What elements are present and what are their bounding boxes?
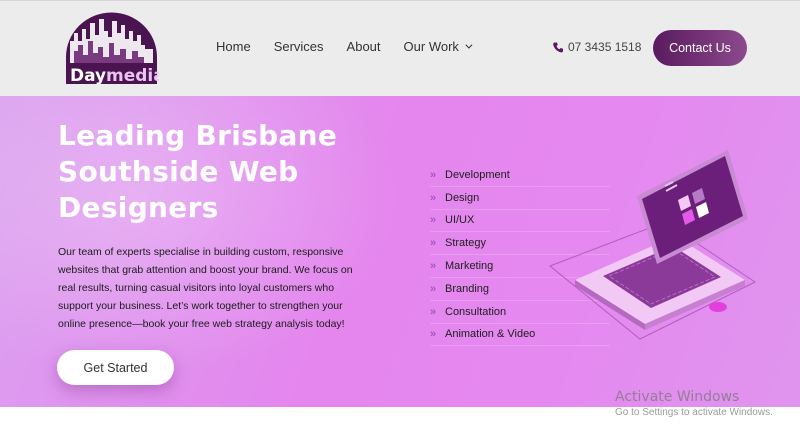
hero-description: Our team of experts specialise in buildi…: [58, 246, 353, 330]
phone-link[interactable]: 07 3435 1518: [553, 40, 641, 54]
windows-activation-watermark: Activate Windows Go to Settings to activ…: [615, 389, 773, 418]
service-label: Consultation: [445, 305, 507, 318]
nav-our-work-label: Our Work: [403, 39, 459, 54]
double-chevron-icon: »: [430, 305, 436, 318]
hero-headline: Leading Brisbane Southside Web Designers: [58, 119, 338, 224]
contact-us-button[interactable]: Contact Us: [653, 30, 747, 66]
double-chevron-icon: »: [430, 282, 436, 295]
phone-icon: [553, 42, 563, 52]
nav-home[interactable]: Home: [216, 39, 251, 54]
service-label: Branding: [445, 282, 490, 295]
double-chevron-icon: »: [430, 237, 436, 250]
daymedia-logo[interactable]: Day media: [64, 11, 165, 86]
main-nav: Home Services About Our Work: [216, 39, 493, 54]
double-chevron-icon: »: [430, 260, 436, 273]
double-chevron-icon: »: [430, 214, 436, 227]
double-chevron-icon: »: [430, 168, 436, 181]
nav-about[interactable]: About: [347, 39, 381, 54]
service-label: Development: [445, 168, 510, 181]
watermark-subtitle: Go to Settings to activate Windows.: [615, 407, 773, 418]
watermark-title: Activate Windows: [615, 389, 740, 405]
service-label: Design: [445, 191, 480, 204]
service-label: Strategy: [445, 237, 486, 250]
page: Day media Home Services About Our Work 0…: [0, 0, 800, 439]
service-label: Animation & Video: [445, 328, 536, 341]
chevron-down-icon: [465, 41, 473, 49]
nav-our-work[interactable]: Our Work: [403, 39, 473, 54]
site-header: Day media Home Services About Our Work 0…: [0, 0, 800, 96]
get-started-button[interactable]: Get Started: [57, 350, 174, 385]
double-chevron-icon: »: [430, 328, 436, 341]
laptop-illustration: [545, 144, 760, 344]
double-chevron-icon: »: [430, 191, 436, 204]
logo-text-media: media: [106, 66, 159, 85]
logo-text-day: Day: [70, 66, 106, 85]
phone-number: 07 3435 1518: [568, 40, 642, 54]
service-label: Marketing: [445, 260, 494, 273]
hero-section: Leading Brisbane Southside Web Designers…: [0, 96, 800, 407]
service-label: UI/UX: [445, 214, 475, 227]
nav-services[interactable]: Services: [274, 39, 324, 54]
